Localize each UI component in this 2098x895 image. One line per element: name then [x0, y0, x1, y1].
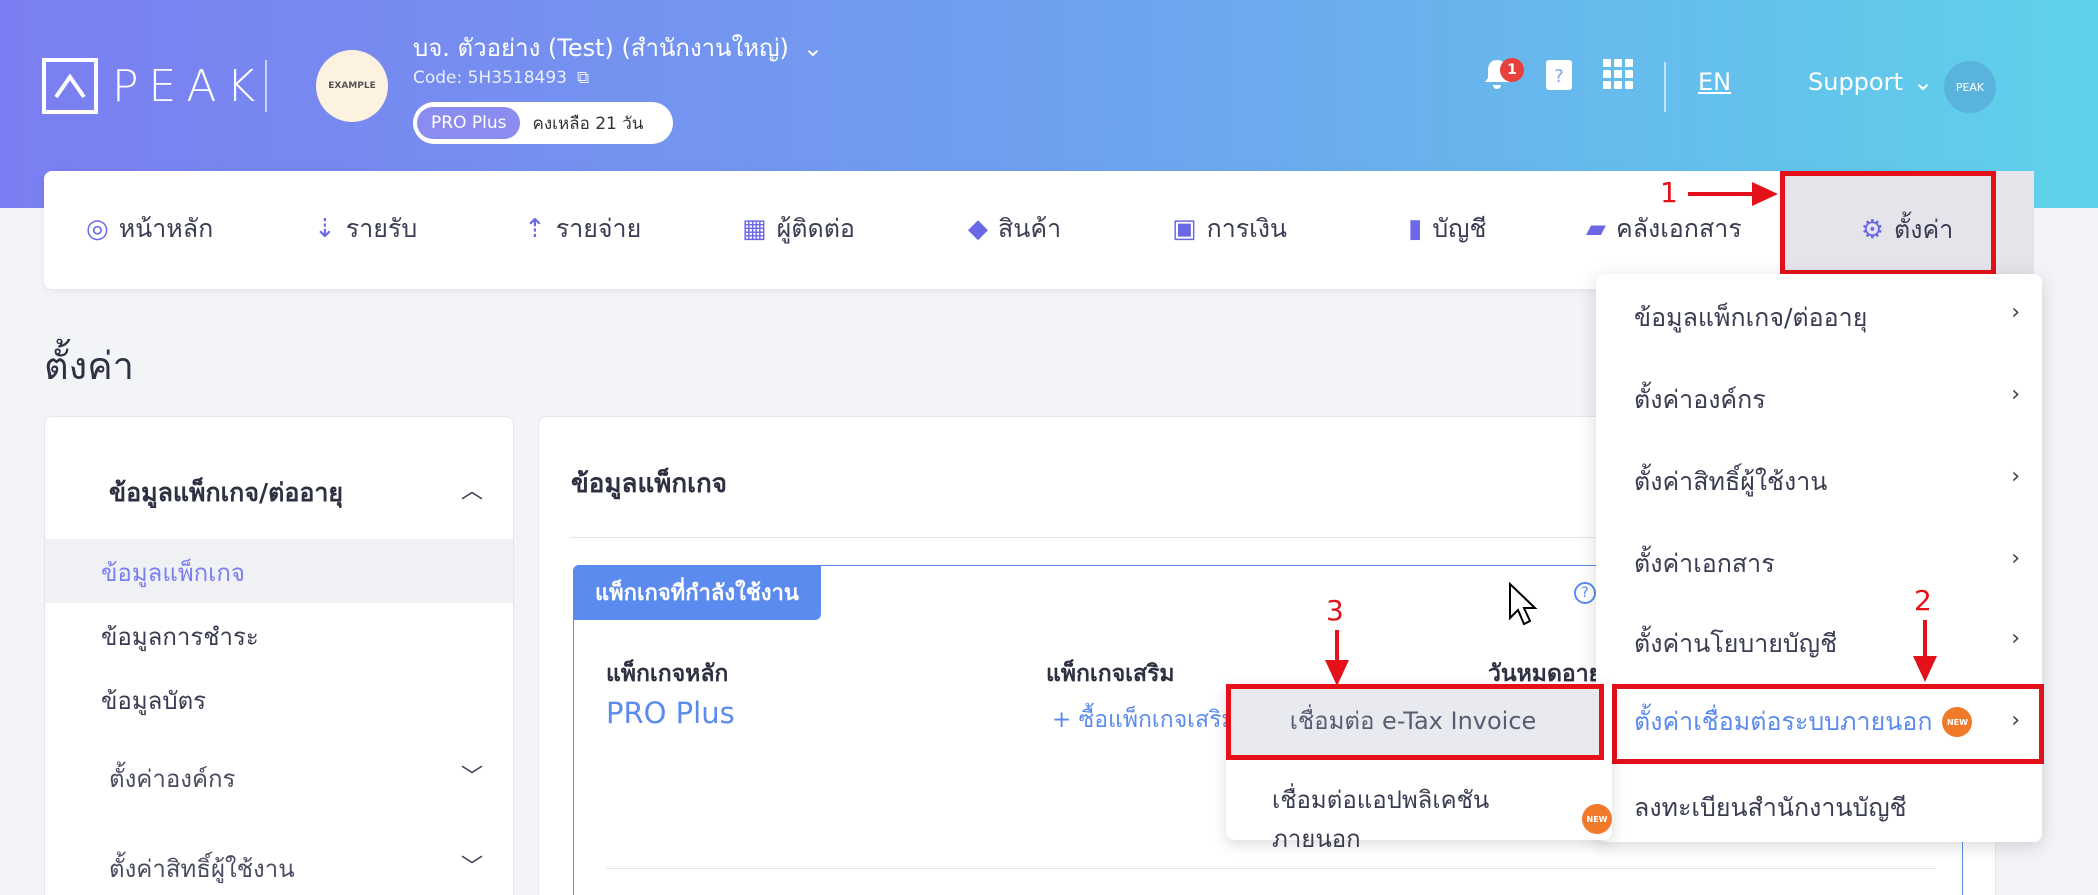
nav-label: หน้าหลัก	[118, 214, 214, 243]
annotation-box-2	[1612, 684, 2044, 764]
company-name: บจ. ตัวอย่าง (Test) (สำนักงานใหญ่)	[413, 34, 789, 62]
nav-item-documents[interactable]: ▰ คลังเอกสาร	[1586, 209, 1742, 249]
nav-item-income[interactable]: ⇣ รายรับ	[314, 209, 417, 249]
annotation-box-3	[1226, 684, 1604, 760]
nav-label: รายจ่าย	[555, 214, 642, 243]
sidebar-item-card-info[interactable]: ข้อมูลบัตร	[101, 681, 206, 720]
menu-item-documents[interactable]: ตั้งค่าเอกสาร	[1634, 544, 1775, 584]
nav-item-products[interactable]: ◆ สินค้า	[968, 209, 1061, 249]
menu-item-register-accounting-firm[interactable]: ลงทะเบียนสำนักงานบัญชี	[1634, 788, 1907, 828]
nav-label: รายรับ	[345, 214, 418, 243]
annotation-arrow-2	[1923, 620, 1927, 660]
annotation-arrow-1	[1688, 192, 1756, 196]
sidebar-item-payment-info[interactable]: ข้อมูลการชำระ	[101, 617, 259, 656]
active-package-tab: แพ็กเกจที่กำลังใช้งาน	[573, 565, 821, 620]
main-package-value: PRO Plus	[606, 696, 735, 730]
dashboard-icon: ◎	[86, 214, 109, 244]
header-divider	[1664, 62, 1666, 112]
company-avatar[interactable]: EXAMPLE	[316, 50, 388, 122]
product-box-icon: ◆	[968, 214, 988, 244]
divider	[606, 868, 1936, 869]
money-icon: ▣	[1172, 214, 1197, 244]
company-code-row: Code: 5H3518493 ⧉	[413, 68, 589, 88]
contacts-icon: ▦	[742, 214, 767, 244]
buy-addon-link[interactable]: + ซื้อแพ็กเกจเสริม	[1052, 702, 1237, 738]
menu-item-organization[interactable]: ตั้งค่าองค์กร	[1634, 380, 1766, 420]
main-title: ข้อมูลแพ็กเกจ	[571, 469, 727, 499]
chevron-down-icon: ⌄	[802, 33, 824, 62]
page-title: ตั้งค่า	[44, 344, 134, 388]
sidebar-group-organization[interactable]: ตั้งค่าองค์กร	[109, 759, 235, 798]
peak-logo[interactable]: PEAK	[42, 58, 265, 114]
chevron-down-icon: ⌄	[1912, 68, 1933, 96]
new-badge: NEW	[1582, 804, 1612, 834]
annotation-arrow-3	[1335, 630, 1339, 664]
submenu-item-external-apps[interactable]: เชื่อมต่อแอปพลิเคชันภายนอก NEW	[1272, 780, 1612, 858]
svg-text:?: ?	[1554, 66, 1564, 87]
ledger-icon: ▮	[1408, 214, 1423, 244]
nav-item-accounting[interactable]: ▮ บัญชี	[1408, 209, 1486, 249]
sidebar-item-package-info[interactable]: ข้อมูลแพ็กเกจ	[101, 553, 245, 592]
menu-item-accounting-policy[interactable]: ตั้งค่านโยบายบัญชี	[1634, 624, 1837, 664]
nav-item-expense[interactable]: ⇡ รายจ่าย	[524, 209, 641, 249]
settings-sidebar: ข้อมูลแพ็กเกจ/ต่ออายุ ︿ ข้อมูลแพ็กเกจ ข้…	[44, 416, 514, 895]
header-divider	[265, 60, 267, 112]
annotation-number-1: 1	[1660, 176, 1678, 209]
nav-label: บัญชี	[1432, 214, 1487, 243]
nav-item-contacts[interactable]: ▦ ผู้ติดต่อ	[742, 209, 855, 249]
support-menu[interactable]: Support ⌄	[1808, 68, 1933, 96]
annotation-number-2: 2	[1914, 584, 1932, 617]
chevron-right-icon: ›	[2011, 546, 2020, 571]
chevron-right-icon: ›	[2011, 464, 2020, 489]
user-avatar-text: PEAK	[1955, 80, 1985, 94]
notification-badge: 1	[1500, 58, 1524, 82]
arrow-head-down-icon	[1913, 656, 1937, 682]
logo-mark-icon	[42, 58, 98, 114]
chevron-right-icon: ›	[2011, 626, 2020, 651]
mouse-cursor-icon	[1509, 582, 1538, 626]
main-nav: ◎ หน้าหลัก ⇣ รายรับ ⇡ รายจ่าย ▦ ผู้ติดต่…	[44, 171, 2034, 289]
chevron-right-icon: ›	[2011, 300, 2020, 325]
nav-label: สินค้า	[998, 214, 1062, 243]
nav-label: ผู้ติดต่อ	[776, 214, 855, 243]
sidebar-group-user-permissions[interactable]: ตั้งค่าสิทธิ์ผู้ใช้งาน	[109, 849, 295, 888]
chevron-up-icon[interactable]: ︿	[461, 473, 483, 505]
help-book-icon[interactable]: ?	[1544, 58, 1574, 100]
chevron-down-icon[interactable]: ﹀	[461, 849, 483, 881]
support-label: Support	[1808, 68, 1903, 96]
arrow-head-right-icon	[1752, 182, 1778, 206]
chevron-right-icon: ›	[2011, 382, 2020, 407]
submenu-item-label: เชื่อมต่อแอปพลิเคชันภายนอก	[1272, 786, 1490, 853]
plan-badge: PRO Plus	[417, 107, 521, 139]
company-avatar-text: EXAMPLE	[328, 81, 376, 91]
logo-text: PEAK	[112, 60, 266, 112]
nav-label: การเงิน	[1206, 214, 1288, 243]
sidebar-section-title[interactable]: ข้อมูลแพ็กเกจ/ต่ออายุ	[109, 473, 343, 513]
annotation-number-3: 3	[1326, 594, 1344, 627]
plan-pill[interactable]: PRO Plus คงเหลือ 21 วัน	[413, 102, 673, 144]
help-icon[interactable]: ?	[1574, 582, 1596, 604]
menu-item-package[interactable]: ข้อมูลแพ็กเกจ/ต่ออายุ	[1634, 298, 1867, 338]
folder-icon: ▰	[1586, 214, 1606, 244]
copy-icon[interactable]: ⧉	[577, 68, 589, 88]
language-switch[interactable]: EN	[1698, 68, 1731, 96]
apps-grid-icon[interactable]	[1602, 58, 1634, 98]
company-switcher[interactable]: บจ. ตัวอย่าง (Test) (สำนักงานใหญ่) ⌄	[413, 28, 823, 67]
plan-days-remaining: คงเหลือ 21 วัน	[532, 113, 644, 134]
chevron-down-icon[interactable]: ﹀	[461, 759, 483, 791]
income-icon: ⇣	[314, 214, 336, 244]
company-code: Code: 5H3518493	[413, 68, 567, 88]
expense-icon: ⇡	[524, 214, 546, 244]
nav-label: คลังเอกสาร	[1616, 214, 1742, 243]
arrow-head-down-icon	[1325, 660, 1349, 686]
annotation-box-1	[1780, 171, 1996, 275]
main-package-label: แพ็กเกจหลัก	[606, 661, 729, 687]
nav-item-finance[interactable]: ▣ การเงิน	[1172, 209, 1287, 249]
addon-package-label: แพ็กเกจเสริม	[1046, 661, 1175, 687]
nav-item-home[interactable]: ◎ หน้าหลัก	[86, 209, 213, 249]
menu-item-user-permissions[interactable]: ตั้งค่าสิทธิ์ผู้ใช้งาน	[1634, 462, 1827, 502]
user-avatar[interactable]: PEAK	[1944, 61, 1996, 113]
